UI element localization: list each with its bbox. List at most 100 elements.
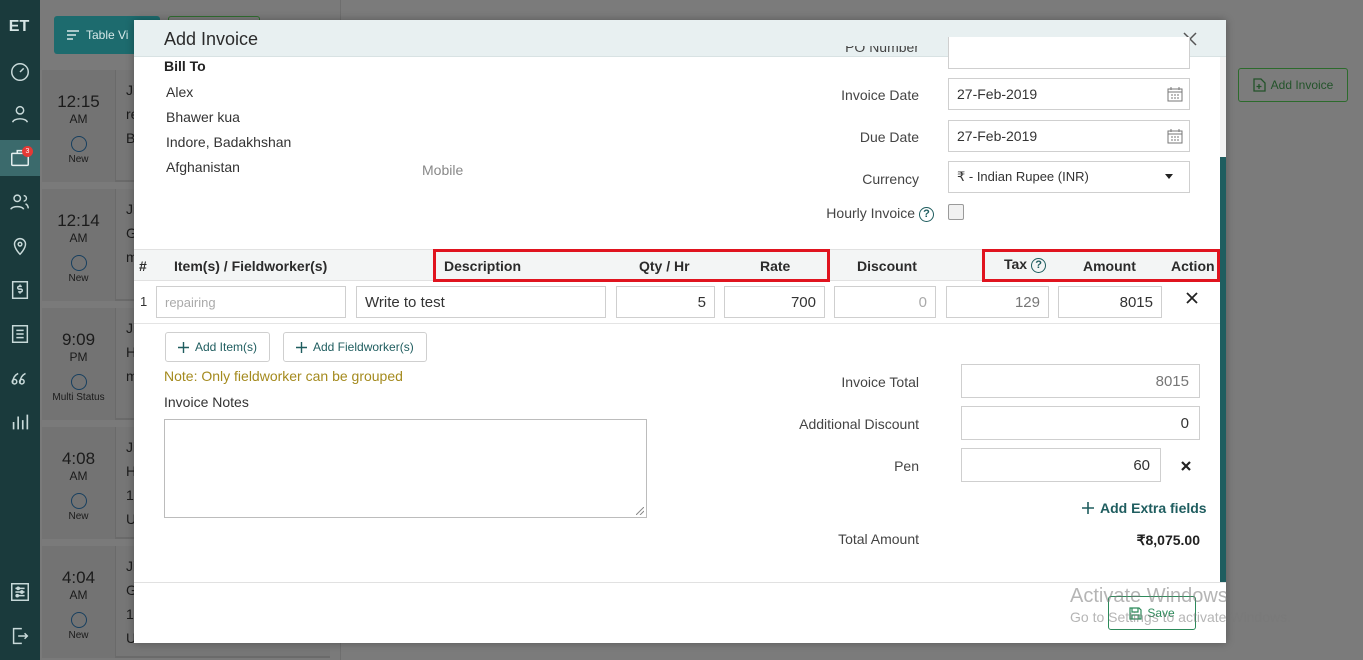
help-icon[interactable]: ?	[919, 206, 934, 222]
table-row: 1 repairing Write to test 5 700 0 129 80…	[134, 282, 1220, 324]
quotes-icon[interactable]	[0, 360, 40, 396]
job-status: Multi Status	[52, 392, 105, 403]
invoice-notes-label: Invoice Notes	[164, 394, 249, 410]
calendar-icon[interactable]	[1167, 86, 1183, 102]
map-pin-icon[interactable]	[0, 228, 40, 264]
additional-discount-value: 0	[1180, 414, 1189, 432]
description-input[interactable]: Write to test	[356, 286, 606, 318]
job-time-block: 4:04 AM New	[42, 546, 116, 658]
rate-value: 700	[790, 293, 816, 311]
tax-value: 129	[1014, 293, 1040, 311]
delete-row-icon[interactable]	[1184, 290, 1200, 306]
pen-value: 60	[1133, 456, 1150, 474]
mobile-placeholder[interactable]: Mobile	[422, 162, 463, 178]
discount-value: 0	[918, 293, 927, 311]
item-input[interactable]: repairing	[156, 286, 346, 318]
invoice-notes-textarea[interactable]	[164, 419, 647, 518]
add-extra-fields-link[interactable]: Add Extra fields	[1082, 500, 1207, 516]
dashboard-icon[interactable]	[0, 54, 40, 90]
add-fieldworker-label: Add Fieldworker(s)	[313, 340, 414, 354]
col-discount: Discount	[857, 258, 917, 274]
currency-label: Currency	[862, 171, 919, 187]
bill-to-street: Bhawer kua	[166, 109, 240, 125]
filter-lines-icon	[67, 30, 79, 40]
qty-value: 5	[697, 293, 706, 311]
po-number-input[interactable]	[948, 37, 1190, 69]
discount-input[interactable]: 0	[834, 286, 936, 318]
currency-value: ₹ - Indian Rupee (INR)	[957, 169, 1089, 184]
job-time: 4:08	[61, 449, 96, 468]
status-circle-icon	[70, 612, 87, 628]
bill-to-country: Afghanistan	[166, 159, 240, 175]
job-ampm: AM	[69, 469, 88, 483]
job-ampm: AM	[69, 588, 88, 602]
hourly-invoice-text: Hourly Invoice	[826, 205, 915, 221]
job-status: New	[68, 511, 89, 522]
col-item: Item(s) / Fieldworker(s)	[174, 258, 328, 274]
list-icon[interactable]	[0, 316, 40, 352]
total-amount-label: Total Amount	[838, 531, 919, 547]
highlight-box-description-rate	[433, 249, 830, 282]
invoice-total-value: 8015	[1155, 372, 1189, 390]
table-view-label: Table Vi	[86, 28, 129, 42]
watermark-line-1: Activate Windows	[1070, 585, 1228, 607]
app-logo[interactable]: ET	[4, 12, 34, 42]
plus-icon	[178, 341, 189, 353]
job-status: New	[68, 273, 89, 284]
watermark-line-2: Go to Settings to activate Windows.	[1070, 609, 1291, 625]
calendar-icon[interactable]	[1167, 128, 1183, 144]
currency-select[interactable]: ₹ - Indian Rupee (INR)	[948, 161, 1190, 193]
team-icon[interactable]	[0, 184, 40, 220]
add-item-label: Add Item(s)	[195, 340, 258, 354]
status-circle-icon	[70, 374, 87, 390]
chevron-down-icon	[1165, 174, 1173, 179]
qty-input[interactable]: 5	[616, 286, 715, 318]
footer-divider	[134, 582, 1226, 583]
notification-badge: 3	[22, 146, 33, 157]
due-date-label: Due Date	[859, 129, 919, 145]
add-invoice-label: Add Invoice	[1270, 78, 1334, 92]
tax-input[interactable]: 129	[946, 286, 1049, 318]
resize-handle-icon[interactable]	[636, 507, 644, 515]
modal-title: Add Invoice	[164, 29, 259, 49]
job-status: New	[68, 630, 89, 641]
job-ampm: PM	[69, 350, 88, 364]
invoice-date-input[interactable]: 27-Feb-2019	[948, 78, 1190, 110]
invoice-date-value: 27-Feb-2019	[957, 86, 1038, 102]
job-ampm: AM	[69, 231, 88, 245]
job-status: New	[68, 154, 89, 165]
hourly-invoice-checkbox[interactable]	[948, 204, 964, 220]
invoice-date-label: Invoice Date	[841, 87, 919, 103]
plus-icon	[1082, 502, 1094, 514]
remove-field-icon[interactable]	[1180, 460, 1192, 472]
description-value: Write to test	[365, 293, 445, 311]
invoice-dollar-icon[interactable]	[0, 272, 40, 308]
additional-discount-input[interactable]: 0	[961, 406, 1200, 440]
add-fieldworker-button[interactable]: Add Fieldworker(s)	[283, 332, 427, 362]
job-time-block: 12:15 AM New	[42, 70, 116, 182]
modal-scrollbar-thumb[interactable]	[1220, 57, 1226, 157]
highlight-box-tax-action	[982, 249, 1220, 282]
add-invoice-button[interactable]: Add Invoice	[1238, 68, 1348, 102]
amount-value: 8015	[1119, 293, 1153, 311]
job-ampm: AM	[69, 112, 88, 126]
po-number-label: PO Number	[845, 46, 919, 55]
job-time: 12:14	[57, 211, 100, 230]
add-item-button[interactable]: Add Item(s)	[165, 332, 271, 362]
reports-bar-icon[interactable]	[0, 404, 40, 440]
additional-discount-label: Additional Discount	[799, 416, 919, 432]
rate-input[interactable]: 700	[724, 286, 825, 318]
row-number: 1	[140, 294, 148, 309]
windows-activation-watermark: Activate Windows Go to Settings to activ…	[1070, 584, 1291, 626]
job-time: 12:15	[57, 92, 100, 111]
due-date-input[interactable]: 27-Feb-2019	[948, 120, 1190, 152]
jobs-briefcase-icon[interactable]: 3	[0, 140, 40, 176]
logout-icon[interactable]	[0, 618, 40, 654]
settings-sliders-icon[interactable]	[0, 574, 40, 610]
bill-to-name: Alex	[166, 84, 194, 100]
job-time-block: 12:14 AM New	[42, 189, 116, 301]
plus-icon	[296, 341, 307, 353]
pen-input[interactable]: 60	[961, 448, 1161, 482]
amount-input[interactable]: 8015	[1058, 286, 1162, 318]
user-icon[interactable]	[0, 96, 40, 132]
